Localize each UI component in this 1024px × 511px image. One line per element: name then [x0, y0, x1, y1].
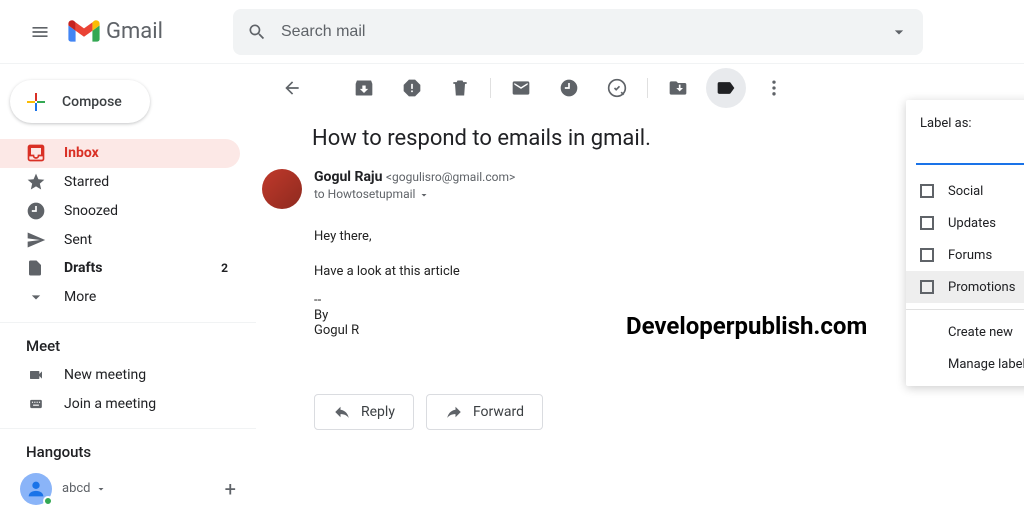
sender-name: Gogul Raju [314, 169, 382, 185]
nav-label: Drafts [64, 260, 221, 276]
hangouts-username: abcd [62, 481, 91, 496]
compose-label: Compose [62, 94, 122, 110]
folder-move-icon [668, 78, 688, 98]
watermark-text: Developerpublish.com [626, 312, 867, 340]
gmail-logo-icon [68, 20, 100, 44]
gmail-logo[interactable]: Gmail [68, 19, 163, 44]
main-menu-button[interactable] [16, 8, 64, 56]
search-options-button[interactable] [889, 22, 909, 42]
task-icon [607, 78, 627, 98]
label-menu-title: Label as: [906, 110, 1024, 141]
forward-icon [445, 403, 463, 421]
nav-label: Starred [64, 174, 228, 190]
more-button[interactable] [754, 68, 794, 108]
keyboard-icon [26, 397, 46, 411]
sidebar-item-more[interactable]: More [0, 283, 240, 312]
label-search-input[interactable] [916, 144, 1024, 159]
sidebar-item-starred[interactable]: Starred [0, 168, 240, 197]
chevron-down-icon [26, 287, 46, 307]
clock-icon [26, 201, 46, 221]
meet-section-title: Meet [0, 322, 256, 361]
search-input[interactable] [281, 23, 889, 41]
compose-button[interactable]: Compose [10, 80, 150, 123]
archive-icon [354, 78, 374, 98]
nav-label: Inbox [64, 145, 228, 161]
trash-icon [450, 78, 470, 98]
user-avatar [20, 473, 52, 505]
forward-button[interactable]: Forward [426, 394, 543, 430]
search-bar[interactable] [233, 9, 923, 55]
label-option-forums[interactable]: Forums [906, 239, 1024, 271]
toolbar-separator [490, 78, 491, 98]
hangouts-section-title: Hangouts [0, 428, 256, 467]
plus-icon [24, 90, 48, 114]
mark-unread-button[interactable] [501, 68, 541, 108]
sender-email: <gogulisro@gmail.com> [386, 170, 515, 184]
checkbox-icon [920, 248, 934, 262]
snooze-button[interactable] [549, 68, 589, 108]
recipient-line[interactable]: to Howtosetupmail [314, 187, 515, 201]
gmail-logo-text: Gmail [106, 19, 163, 44]
mail-icon [511, 78, 531, 98]
archive-button[interactable] [344, 68, 384, 108]
main-pane: How to respond to emails in gmail. Gogul… [256, 64, 1024, 511]
report-spam-button[interactable] [392, 68, 432, 108]
label-search[interactable] [916, 141, 1024, 165]
inbox-icon [26, 143, 46, 163]
manage-labels[interactable]: Manage labels [906, 348, 1024, 380]
create-new-label[interactable]: Create new [906, 316, 1024, 348]
presence-indicator [43, 496, 53, 506]
email-body: Hey there, Have a look at this article [314, 227, 984, 283]
label-option-promotions[interactable]: Promotions [906, 271, 1024, 303]
label-menu: Label as: Social Updates Forums Promotio… [906, 100, 1024, 386]
spam-icon [402, 78, 422, 98]
reply-button[interactable]: Reply [314, 394, 414, 430]
label-option-updates[interactable]: Updates [906, 207, 1024, 239]
nav-label: More [64, 289, 228, 305]
toolbar-separator [647, 78, 648, 98]
add-to-tasks-button[interactable] [597, 68, 637, 108]
sidebar-item-drafts[interactable]: Drafts 2 [0, 254, 240, 283]
clock-icon [559, 78, 579, 98]
checkbox-icon [920, 184, 934, 198]
sidebar-item-snoozed[interactable]: Snoozed [0, 197, 240, 226]
nav-label: New meeting [64, 367, 228, 383]
labels-button[interactable] [706, 68, 746, 108]
sender-avatar[interactable] [262, 169, 302, 209]
nav-label: Join a meeting [64, 396, 228, 412]
back-button[interactable] [272, 68, 312, 108]
email-subject: How to respond to emails in gmail. [312, 126, 984, 151]
sender-line: Gogul Raju <gogulisro@gmail.com> [314, 169, 515, 185]
video-icon [26, 367, 46, 383]
hangouts-user-row[interactable]: abcd + [0, 467, 256, 511]
app-header: Gmail [0, 0, 1024, 64]
search-icon [247, 22, 267, 42]
chevron-down-icon [418, 189, 430, 201]
send-icon [26, 230, 46, 250]
label-icon [716, 78, 736, 98]
reply-icon [333, 403, 351, 421]
hamburger-icon [30, 22, 50, 42]
label-option-social[interactable]: Social [906, 175, 1024, 207]
nav-label: Snoozed [64, 203, 228, 219]
checkbox-icon [920, 280, 934, 294]
join-meeting-button[interactable]: Join a meeting [0, 389, 240, 418]
reply-actions: Reply Forward [314, 394, 984, 430]
sidebar: Compose Inbox Starred Snoozed Sent Draft… [0, 64, 256, 511]
nav-label: Sent [64, 232, 228, 248]
sidebar-item-inbox[interactable]: Inbox [0, 139, 240, 168]
drafts-count: 2 [221, 261, 228, 275]
add-contact-button[interactable]: + [225, 477, 236, 501]
sidebar-item-sent[interactable]: Sent [0, 225, 240, 254]
new-meeting-button[interactable]: New meeting [0, 361, 240, 390]
more-vert-icon [764, 78, 784, 98]
message-header: Gogul Raju <gogulisro@gmail.com> to Howt… [262, 169, 984, 209]
file-icon [26, 258, 46, 278]
star-icon [26, 172, 46, 192]
move-to-button[interactable] [658, 68, 698, 108]
delete-button[interactable] [440, 68, 480, 108]
back-arrow-icon [282, 78, 302, 98]
checkbox-icon [920, 216, 934, 230]
chevron-down-icon [95, 483, 107, 495]
